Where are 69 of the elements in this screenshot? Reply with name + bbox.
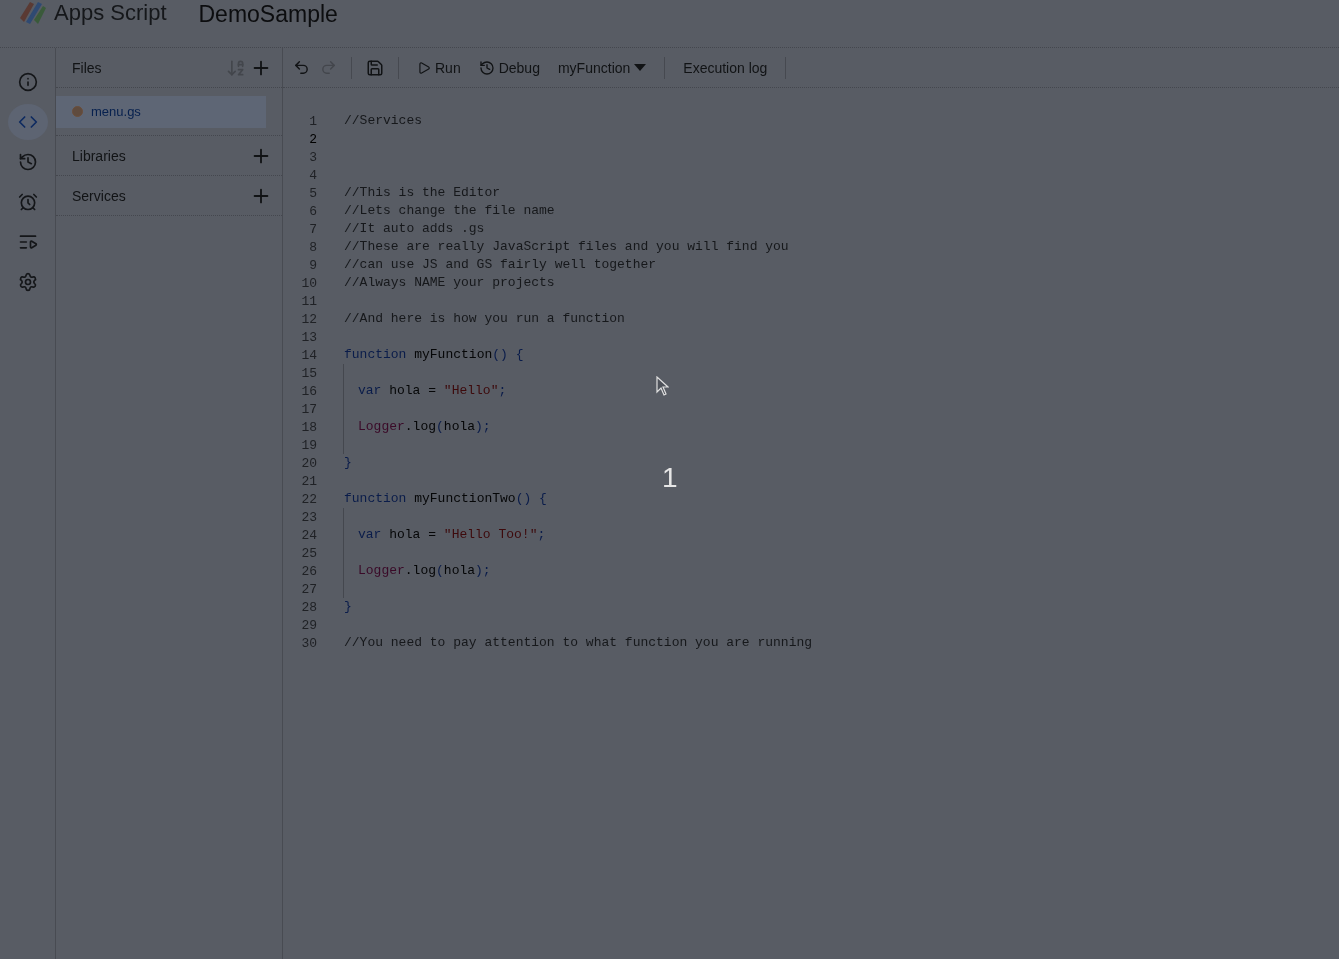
line-number: 24 — [300, 527, 317, 543]
line-number: 6 — [308, 203, 317, 219]
line-number: 26 — [300, 563, 317, 579]
code-line: } — [343, 454, 352, 472]
line-number: 12 — [300, 311, 317, 327]
code-line: //It auto adds .gs — [343, 220, 485, 238]
code-line: } — [343, 598, 352, 616]
history-icon — [17, 152, 38, 172]
line-number: 13 — [300, 329, 317, 345]
line-number: 3 — [308, 149, 317, 165]
section-title: Services — [72, 187, 127, 204]
line-number: 23 — [300, 509, 317, 525]
alarm-clock-icon — [17, 192, 38, 212]
debug-icon — [478, 59, 495, 76]
file-item[interactable]: menu.gs — [56, 95, 266, 128]
code-line: function myFunction() { — [343, 346, 524, 364]
code-line: //Services — [343, 112, 422, 130]
product-name: Apps Script — [54, 0, 167, 26]
line-number: 20 — [300, 455, 317, 471]
code-line: //Lets change the file name — [343, 202, 555, 220]
code-line: //You need to pay attention to what function you are running — [343, 634, 813, 652]
panel-title: Files — [72, 59, 103, 76]
run-button[interactable]: Run — [411, 55, 467, 80]
caret-icon — [634, 63, 647, 72]
code-line: Logger.log(hola); — [343, 562, 491, 580]
project-title[interactable]: DemoSample — [198, 1, 338, 28]
countdown-number: 1 — [662, 462, 678, 494]
pointer-icon — [656, 376, 669, 396]
line-number: 10 — [300, 275, 317, 291]
section-title: Libraries — [72, 147, 127, 164]
line-number: 2 — [308, 131, 317, 147]
line-number: 18 — [300, 419, 317, 435]
line-number: 28 — [300, 599, 317, 615]
file-icon — [72, 106, 83, 117]
line-number: 11 — [300, 293, 317, 309]
play-icon — [417, 60, 431, 75]
line-number: 27 — [300, 581, 317, 597]
code-line: var hola = "Hello"; — [343, 382, 507, 400]
code-line: //This is the Editor — [343, 184, 501, 202]
line-number: 29 — [300, 617, 317, 633]
code-line: //Always NAME your projects — [343, 274, 555, 292]
line-number: 16 — [300, 383, 317, 399]
code-rail-button[interactable] — [7, 104, 48, 140]
code-line: Logger.log(hola); — [343, 418, 491, 436]
code-line: //can use JS and GS fairly well together — [343, 256, 657, 274]
line-number: 1 — [308, 113, 317, 129]
line-number: 4 — [308, 167, 317, 183]
code-line: //These are really JavaScript files and you will find you — [343, 238, 789, 256]
list-icon — [17, 232, 38, 252]
line-number: 14 — [300, 347, 317, 363]
function-dropdown[interactable]: myFunction — [551, 55, 653, 80]
line-number: 15 — [300, 365, 317, 381]
line-number: 25 — [300, 545, 317, 561]
line-number: 30 — [300, 635, 317, 651]
line-number: 5 — [308, 185, 317, 201]
line-number: 21 — [300, 473, 317, 489]
code-line: //And here is how you run a function — [343, 310, 625, 328]
info-icon — [17, 72, 38, 92]
execution-log-button[interactable]: Execution log — [677, 55, 774, 80]
line-number: 8 — [308, 239, 317, 255]
line-number: 22 — [300, 491, 317, 507]
line-number: 7 — [308, 221, 317, 237]
line-number: 19 — [300, 437, 317, 453]
code-line: var hola = "Hello Too!"; — [343, 526, 546, 544]
line-number: 9 — [308, 257, 317, 273]
gear-icon — [17, 272, 38, 292]
code-line: function myFunctionTwo() { — [343, 490, 547, 508]
debug-button[interactable]: Debug — [472, 55, 546, 80]
line-number: 17 — [300, 401, 317, 417]
